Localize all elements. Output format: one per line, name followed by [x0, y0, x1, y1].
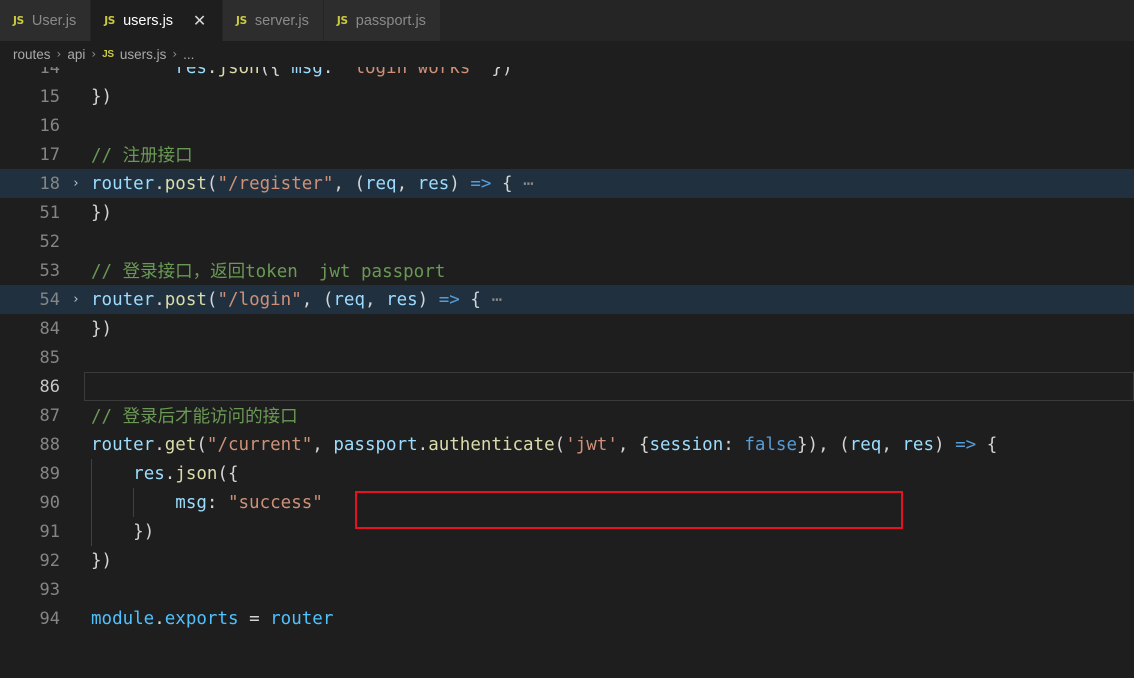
code-line-89[interactable]: 89 res.json({: [0, 459, 1134, 488]
code-line-15[interactable]: 15}): [0, 82, 1134, 111]
breadcrumb-label: api: [67, 46, 86, 62]
code-text: }): [91, 550, 113, 571]
code-line-14[interactable]: 14 res.json({ msg: "login works" }): [0, 67, 1134, 82]
editor-window: JS User.js JS users.js ✕ JS server.js JS passpor…: [0, 0, 1134, 678]
line-number-91: 91: [39, 521, 60, 542]
line-number-53: 53: [39, 260, 60, 281]
code-line-51[interactable]: 51}): [0, 198, 1134, 227]
code-line-86[interactable]: 86: [0, 372, 1134, 401]
code-text: res.json({ msg: "login works" }): [175, 67, 513, 78]
code-text: router.post("/login", (req, res) => { ⋯: [91, 289, 502, 310]
code-line-88[interactable]: 88 router.get("/current", passport.authen…: [0, 430, 1134, 459]
breadcrumb-separator: ›: [56, 47, 62, 61]
breadcrumb-label: routes: [13, 46, 51, 62]
code-line-91[interactable]: 91 }): [0, 517, 1134, 546]
code-line-87[interactable]: 87 // 登录后才能访问的接口: [0, 401, 1134, 430]
line-number-85: 85: [39, 347, 60, 368]
line-number-52: 52: [39, 231, 60, 252]
code-line-94[interactable]: 94 module.exports = router: [0, 604, 1134, 633]
code-text: // 登录后才能访问的接口: [91, 407, 298, 427]
code-line-17[interactable]: 17 // 注册接口: [0, 140, 1134, 169]
code-line-92[interactable]: 92}): [0, 546, 1134, 575]
line-number-18: 18: [39, 173, 60, 194]
code-line-90[interactable]: 90 msg: "success": [0, 488, 1134, 517]
line-number-86: 86: [39, 376, 60, 397]
tab-label: server.js: [254, 12, 309, 29]
code-line-93[interactable]: 93: [0, 575, 1134, 604]
js-file-icon: JS: [13, 14, 24, 27]
tab-label: User.js: [31, 12, 77, 29]
code-line-85[interactable]: 85: [0, 343, 1134, 372]
current-line-highlight: [84, 372, 1134, 401]
line-number-94: 94: [39, 608, 60, 629]
code-line-84[interactable]: 84}): [0, 314, 1134, 343]
code-line-52[interactable]: 52: [0, 227, 1134, 256]
editor-tab-users-js[interactable]: JS users.js ✕: [91, 0, 224, 41]
tab-bar-empty-space: [440, 0, 1134, 41]
line-number-84: 84: [39, 318, 60, 339]
breadcrumb-item-usersjs[interactable]: JS users.js: [102, 47, 166, 62]
breadcrumb-separator: ›: [172, 47, 178, 61]
code-text: // 注册接口: [91, 146, 193, 166]
line-number-14: 14: [39, 67, 60, 78]
line-number-16: 16: [39, 115, 60, 136]
breadcrumb-item-api[interactable]: api: [67, 47, 85, 62]
code-text: }): [133, 521, 155, 542]
code-text: msg: "success": [175, 492, 323, 513]
line-number-17: 17: [39, 144, 60, 165]
tab-label: passport.js: [355, 12, 426, 29]
line-number-93: 93: [39, 579, 60, 600]
fold-chevron-icon[interactable]: ›: [68, 292, 84, 307]
line-number-89: 89: [39, 463, 60, 484]
breadcrumb-label: ...: [183, 46, 195, 62]
code-text: res.json({: [133, 463, 239, 484]
breadcrumb-item-routes[interactable]: routes: [13, 47, 51, 62]
breadcrumb-item-[interactable]: ...: [183, 47, 194, 62]
line-number-90: 90: [39, 492, 60, 513]
js-file-icon: JS: [102, 48, 114, 60]
code-editor-area[interactable]: 14 res.json({ msg: "login works" }) 15}) 1…: [0, 67, 1134, 678]
tab-label: users.js: [123, 12, 174, 29]
code-text: // 登录接口，返回token jwt passport: [91, 262, 446, 282]
editor-tab-passport-js[interactable]: JS passport.js: [323, 0, 441, 41]
editor-tab-server-js[interactable]: JS server.js: [223, 0, 324, 41]
js-file-icon: JS: [336, 14, 348, 27]
js-file-icon: JS: [104, 14, 116, 27]
code-line-18[interactable]: 18 › router.post("/register", (req, res) =…: [0, 169, 1134, 198]
code-text: }): [91, 86, 113, 107]
code-text: module.exports = router: [91, 608, 334, 629]
line-number-92: 92: [39, 550, 60, 571]
code-text: }): [91, 318, 113, 339]
line-number-88: 88: [39, 434, 60, 455]
code-text: router.post("/register", (req, res) => {…: [91, 173, 534, 194]
line-number-15: 15: [39, 86, 60, 107]
code-line-53[interactable]: 53 // 登录接口，返回token jwt passport: [0, 256, 1134, 285]
code-line-54[interactable]: 54 › router.post("/login", (req, res) => {…: [0, 285, 1134, 314]
breadcrumb-label: users.js: [119, 46, 167, 62]
line-number-51: 51: [39, 202, 60, 223]
js-file-icon: JS: [236, 14, 247, 27]
code-line-16[interactable]: 16: [0, 111, 1134, 140]
code-text: router.get("/current", passport.authenti…: [91, 434, 998, 455]
line-number-87: 87: [39, 405, 60, 426]
fold-chevron-icon[interactable]: ›: [68, 176, 84, 191]
close-icon[interactable]: ✕: [191, 12, 208, 29]
breadcrumb-separator: ›: [91, 47, 97, 61]
line-number-54: 54: [39, 289, 60, 310]
editor-tab-User-js[interactable]: JS User.js: [0, 0, 92, 41]
breadcrumb: routes › api › JS users.js ›...: [0, 41, 1134, 67]
code-text: }): [91, 202, 113, 223]
editor-tab-bar: JS User.js JS users.js ✕ JS server.js JS passpor…: [0, 0, 1134, 41]
